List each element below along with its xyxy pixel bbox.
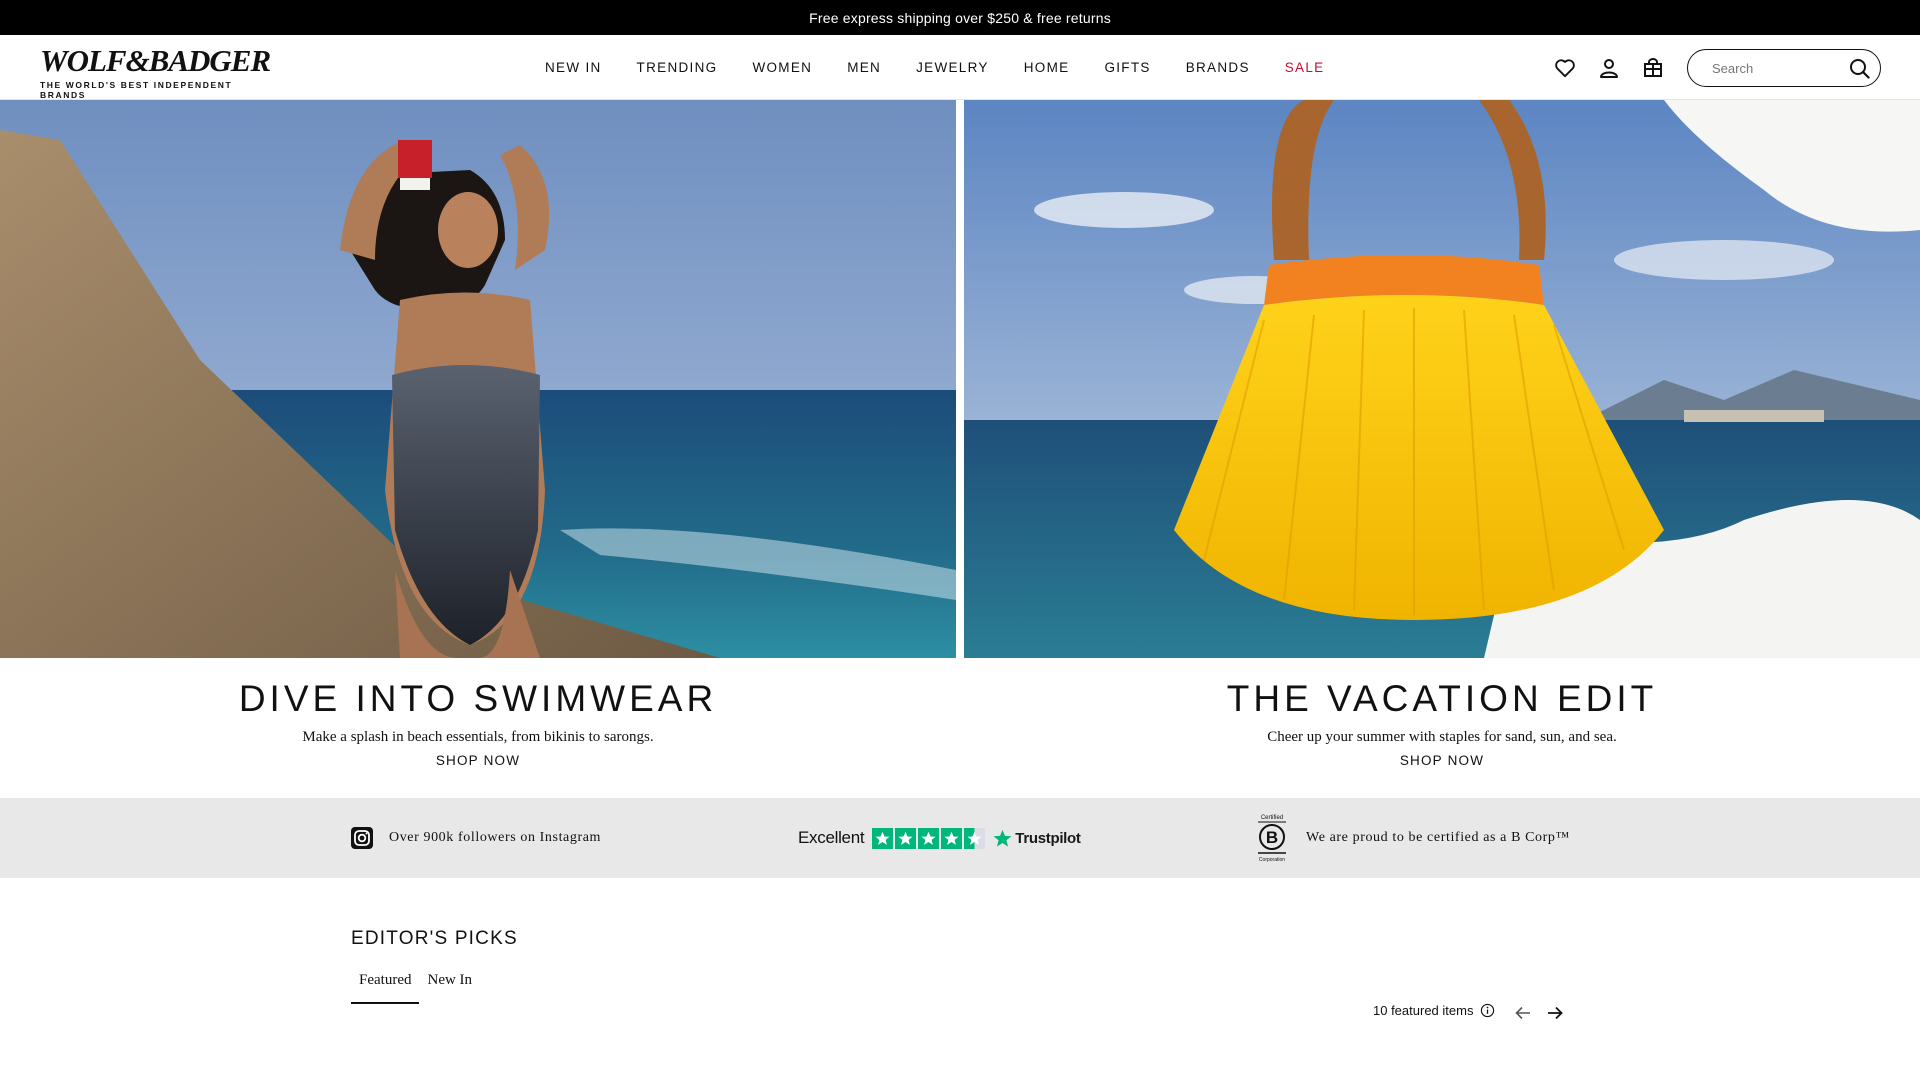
hero-vacation-caption: THE VACATION EDIT Cheer up your summer w… [964, 658, 1920, 770]
instagram-text: Over 900k followers on Instagram [389, 830, 602, 845]
announcement-bar: Free express shipping over $250 & free r… [0, 0, 1920, 35]
nav-brands[interactable]: BRANDS [1186, 60, 1250, 75]
hero-swimwear-image[interactable] [0, 100, 956, 658]
nav-sale[interactable]: SALE [1285, 60, 1325, 75]
hero-vacation-image[interactable] [964, 100, 1920, 658]
svg-text:Corporation: Corporation [1259, 857, 1285, 863]
search-input[interactable] [1712, 60, 1832, 76]
trustpilot-stars [872, 827, 986, 849]
hero-swimwear-caption: DIVE INTO SWIMWEAR Make a splash in beac… [0, 658, 956, 770]
trustpilot-brand-text: Trustpilot [1015, 829, 1081, 847]
trustpilot-logo: Trustpilot [993, 829, 1081, 848]
logo[interactable]: WOLF&BADGER THE WORLD'S BEST INDEPENDENT… [40, 43, 275, 100]
nav-men[interactable]: MEN [847, 60, 881, 75]
hero-swimwear-subtitle: Make a splash in beach essentials, from … [302, 729, 654, 745]
arrow-right-icon[interactable] [1546, 1004, 1564, 1022]
instagram-icon [351, 827, 373, 849]
half-star-icon [964, 827, 986, 849]
heart-icon[interactable] [1553, 56, 1577, 80]
trustpilot-star-icon [993, 829, 1012, 847]
trust-band: Over 900k followers on Instagram Excelle… [0, 798, 1920, 878]
header-icons [1553, 35, 1665, 100]
nav-women[interactable]: WOMEN [752, 60, 812, 75]
star-icon [872, 827, 894, 849]
editors-picks-title: EDITOR'S PICKS [351, 928, 518, 949]
logo-tagline: THE WORLD'S BEST INDEPENDENT BRANDS [40, 80, 233, 100]
info-icon[interactable] [1480, 1003, 1495, 1018]
tab-featured[interactable]: Featured [351, 970, 420, 1004]
hero-vacation-subtitle: Cheer up your summer with staples for sa… [1267, 729, 1617, 745]
search-box[interactable] [1687, 49, 1881, 87]
star-icon [918, 827, 940, 849]
trustpilot-rating-text: Excellent [798, 828, 865, 847]
bag-icon[interactable] [1641, 56, 1665, 80]
featured-count-label: 10 featured items [1373, 1003, 1474, 1018]
carousel-arrows [1514, 1004, 1564, 1022]
svg-text:B: B [1266, 828, 1278, 847]
trustpilot-widget[interactable]: Excellent Trustpilot [798, 798, 1081, 878]
bcorp-logo-icon: Certified B Corporation [1258, 815, 1286, 863]
bcorp-badge[interactable]: Certified B Corporation We are proud to … [1256, 798, 1570, 878]
shop-now-swimwear-link[interactable]: SHOP NOW [436, 753, 520, 768]
user-icon[interactable] [1597, 56, 1621, 80]
shop-now-vacation-link[interactable]: SHOP NOW [1400, 753, 1484, 768]
nav-new-in[interactable]: NEW IN [545, 60, 602, 75]
svg-text:Certified: Certified [1261, 815, 1283, 821]
site-header: WOLF&BADGER THE WORLD'S BEST INDEPENDENT… [0, 35, 1920, 100]
search-icon[interactable] [1849, 58, 1870, 84]
arrow-left-icon[interactable] [1514, 1004, 1532, 1022]
bcorp-text: We are proud to be certified as a B Corp… [1306, 830, 1570, 845]
hero-swimwear-title: DIVE INTO SWIMWEAR [238, 678, 718, 719]
main-nav: NEW IN TRENDING WOMEN MEN JEWELRY HOME G… [545, 35, 1324, 100]
nav-jewelry[interactable]: JEWELRY [916, 60, 989, 75]
nav-home[interactable]: HOME [1024, 60, 1070, 75]
instagram-badge[interactable]: Over 900k followers on Instagram [351, 798, 601, 878]
editors-picks-tabs: Featured New In [351, 970, 480, 1004]
nav-gifts[interactable]: GIFTS [1104, 60, 1150, 75]
hero-vacation-title: THE VACATION EDIT [1226, 678, 1658, 719]
featured-count: 10 featured items [1373, 1003, 1495, 1018]
nav-trending[interactable]: TRENDING [637, 60, 718, 75]
star-icon [895, 827, 917, 849]
star-icon [941, 827, 963, 849]
announcement-text: Free express shipping over $250 & free r… [809, 9, 1111, 26]
tab-new-in[interactable]: New In [419, 970, 480, 1004]
logo-wordmark: WOLF&BADGER [40, 43, 271, 78]
